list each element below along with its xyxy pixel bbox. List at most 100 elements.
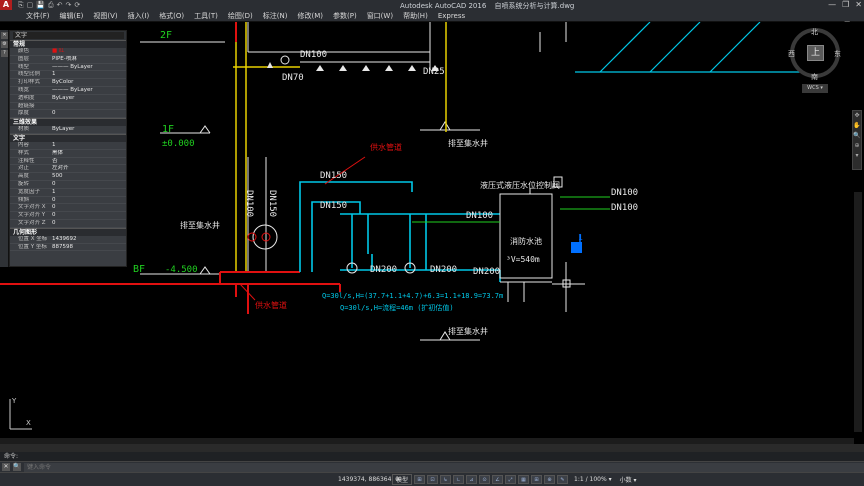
minimize-button[interactable]: — bbox=[828, 0, 836, 9]
refresh-icon[interactable]: ⟳ bbox=[74, 1, 80, 10]
orbit-icon[interactable]: ⊕ bbox=[853, 141, 861, 151]
viewcube[interactable]: 上 北 南 东 西 WCS ▾ bbox=[788, 27, 841, 94]
property-value[interactable]: 1 bbox=[50, 189, 126, 196]
property-value[interactable]: ByColor bbox=[50, 79, 126, 86]
cursor-coordinates[interactable]: 1439374, 886364, 0 bbox=[338, 476, 399, 483]
property-row[interactable]: 文字对齐 X 0 bbox=[10, 204, 126, 213]
lineweight-icon[interactable]: ⤢ bbox=[505, 475, 517, 484]
compass-west[interactable]: 西 bbox=[788, 49, 795, 59]
menu-file[interactable]: 文件(F) bbox=[22, 11, 54, 21]
wcs-menu[interactable]: WCS ▾ bbox=[802, 84, 828, 93]
menu-help[interactable]: 帮助(H) bbox=[399, 11, 432, 21]
transparency-icon[interactable]: ▦ bbox=[518, 475, 530, 484]
menu-view[interactable]: 视图(V) bbox=[89, 11, 121, 21]
selection-cycling-icon[interactable]: ⊞ bbox=[531, 475, 543, 484]
property-category[interactable]: 文字 bbox=[10, 133, 126, 142]
property-value[interactable]: ■ 红 bbox=[50, 48, 126, 55]
property-value[interactable]: 0 bbox=[50, 181, 126, 188]
help-icon[interactable]: ? bbox=[1, 50, 8, 57]
open-icon[interactable]: ▢ bbox=[27, 1, 34, 10]
command-input[interactable] bbox=[24, 462, 864, 472]
property-value[interactable]: 1 bbox=[50, 142, 126, 149]
menu-window[interactable]: 窗口(W) bbox=[363, 11, 397, 21]
property-row[interactable]: 颜色 ■ 红 bbox=[10, 48, 126, 56]
menu-parametric[interactable]: 参数(P) bbox=[329, 11, 361, 21]
property-row[interactable]: 旋转 0 bbox=[10, 181, 126, 189]
property-row[interactable]: 超链接 bbox=[10, 103, 126, 111]
menu-dimension[interactable]: 标注(N) bbox=[259, 11, 292, 21]
settings-icon[interactable]: ⚙ bbox=[1, 41, 8, 48]
property-row[interactable]: 文字对齐 Z 0 bbox=[10, 220, 126, 228]
application-menu-button[interactable]: A bbox=[0, 0, 12, 10]
print-icon[interactable]: ⎙ bbox=[48, 1, 54, 10]
property-value[interactable]: PIPE-喷淋 bbox=[50, 56, 126, 63]
grid-icon[interactable]: ⊞ bbox=[414, 475, 426, 484]
menu-insert[interactable]: 插入(I) bbox=[124, 11, 154, 21]
menu-format[interactable]: 格式(O) bbox=[155, 11, 188, 21]
property-value[interactable]: 887598 bbox=[50, 244, 126, 251]
drawing-canvas[interactable]: 2F 1F ±0.000 BF -4.500 DN100 DN70 DN25 D… bbox=[0, 22, 864, 446]
units-dropdown[interactable]: 小数 ▾ bbox=[620, 475, 637, 484]
property-row[interactable]: 打印样式 ByColor bbox=[10, 79, 126, 87]
close-palette-icon[interactable]: ✕ bbox=[1, 32, 8, 39]
property-value[interactable]: 0 bbox=[50, 212, 126, 219]
menu-modify[interactable]: 修改(M) bbox=[293, 11, 327, 21]
property-row[interactable]: 宽度因子 1 bbox=[10, 189, 126, 197]
property-value[interactable]: ——— ByLayer bbox=[50, 87, 126, 94]
compass-south[interactable]: 南 bbox=[811, 72, 818, 82]
dynamic-input-icon[interactable]: ↳ bbox=[440, 475, 452, 484]
property-value[interactable]: 1 bbox=[50, 71, 126, 78]
property-row[interactable]: 图层 PIPE-喷淋 bbox=[10, 56, 126, 64]
property-row[interactable]: 透明度 ByLayer bbox=[10, 95, 126, 103]
property-row[interactable]: 注释性 否 bbox=[10, 158, 126, 166]
zoom-icon[interactable]: 🔍 bbox=[853, 131, 861, 141]
undo-icon[interactable]: ↶ bbox=[57, 1, 63, 10]
property-value[interactable]: ByLayer bbox=[50, 126, 126, 133]
property-row[interactable]: 内容 1 bbox=[10, 142, 126, 150]
property-row[interactable]: 样式 黑体 bbox=[10, 150, 126, 158]
property-category[interactable]: 几何图形 bbox=[10, 227, 126, 236]
restore-button[interactable]: ❐ bbox=[842, 0, 849, 9]
redo-icon[interactable]: ↷ bbox=[65, 1, 71, 10]
property-category[interactable]: 常规 bbox=[10, 40, 126, 48]
save-icon[interactable]: 💾 bbox=[36, 1, 45, 10]
property-row[interactable]: 倾斜 0 bbox=[10, 197, 126, 205]
property-value[interactable]: 否 bbox=[50, 158, 126, 165]
property-value[interactable]: ——— ByLayer bbox=[50, 64, 126, 71]
compass-north[interactable]: 北 bbox=[811, 27, 818, 37]
annotation-scale[interactable]: 1:1 / 100% ▾ bbox=[574, 476, 612, 483]
steering-wheel-icon[interactable]: ✥ bbox=[853, 111, 861, 121]
ortho-icon[interactable]: ∟ bbox=[453, 475, 465, 484]
menu-edit[interactable]: 编辑(E) bbox=[56, 11, 88, 21]
workspace-icon[interactable]: ✎ bbox=[557, 475, 569, 484]
property-value[interactable]: 0 bbox=[50, 197, 126, 204]
property-value[interactable] bbox=[50, 103, 126, 110]
property-value[interactable]: 0 bbox=[50, 220, 126, 227]
search-icon[interactable]: 🔍 bbox=[13, 463, 21, 471]
snap-icon[interactable]: ⊡ bbox=[427, 475, 439, 484]
property-row[interactable]: 厚度 0 bbox=[10, 110, 126, 119]
property-row[interactable]: 位置 Y 坐标 887598 bbox=[10, 244, 126, 252]
property-value[interactable]: 左对齐 bbox=[50, 165, 126, 172]
vertical-scrollbar[interactable] bbox=[854, 192, 862, 432]
property-row[interactable]: 位置 X 坐标 1439692 bbox=[10, 236, 126, 244]
close-button[interactable]: ✕ bbox=[855, 0, 862, 9]
pan-icon[interactable]: ✋ bbox=[853, 121, 861, 131]
model-space-button[interactable]: 模型 bbox=[392, 474, 413, 485]
property-value[interactable]: 黑体 bbox=[50, 150, 126, 157]
property-value[interactable]: ByLayer bbox=[50, 95, 126, 102]
close-icon[interactable]: ✕ bbox=[2, 463, 10, 471]
polar-icon[interactable]: ⊿ bbox=[466, 475, 478, 484]
property-row[interactable]: 线宽 ——— ByLayer bbox=[10, 87, 126, 95]
property-row[interactable]: 高度 500 bbox=[10, 173, 126, 181]
property-category[interactable]: 三维效果 bbox=[10, 118, 126, 127]
property-row[interactable]: 线型比例 1 bbox=[10, 71, 126, 80]
compass-east[interactable]: 东 bbox=[834, 49, 841, 59]
property-value[interactable]: 1439692 bbox=[50, 236, 126, 243]
navbar-menu-icon[interactable]: ▾ bbox=[853, 151, 861, 161]
otrack-icon[interactable]: ∠ bbox=[492, 475, 504, 484]
new-icon[interactable]: ⎘ bbox=[18, 1, 24, 10]
property-value[interactable]: 0 bbox=[50, 204, 126, 211]
annotation-icon[interactable]: ⊕ bbox=[544, 475, 556, 484]
menu-express[interactable]: Express bbox=[434, 12, 469, 20]
